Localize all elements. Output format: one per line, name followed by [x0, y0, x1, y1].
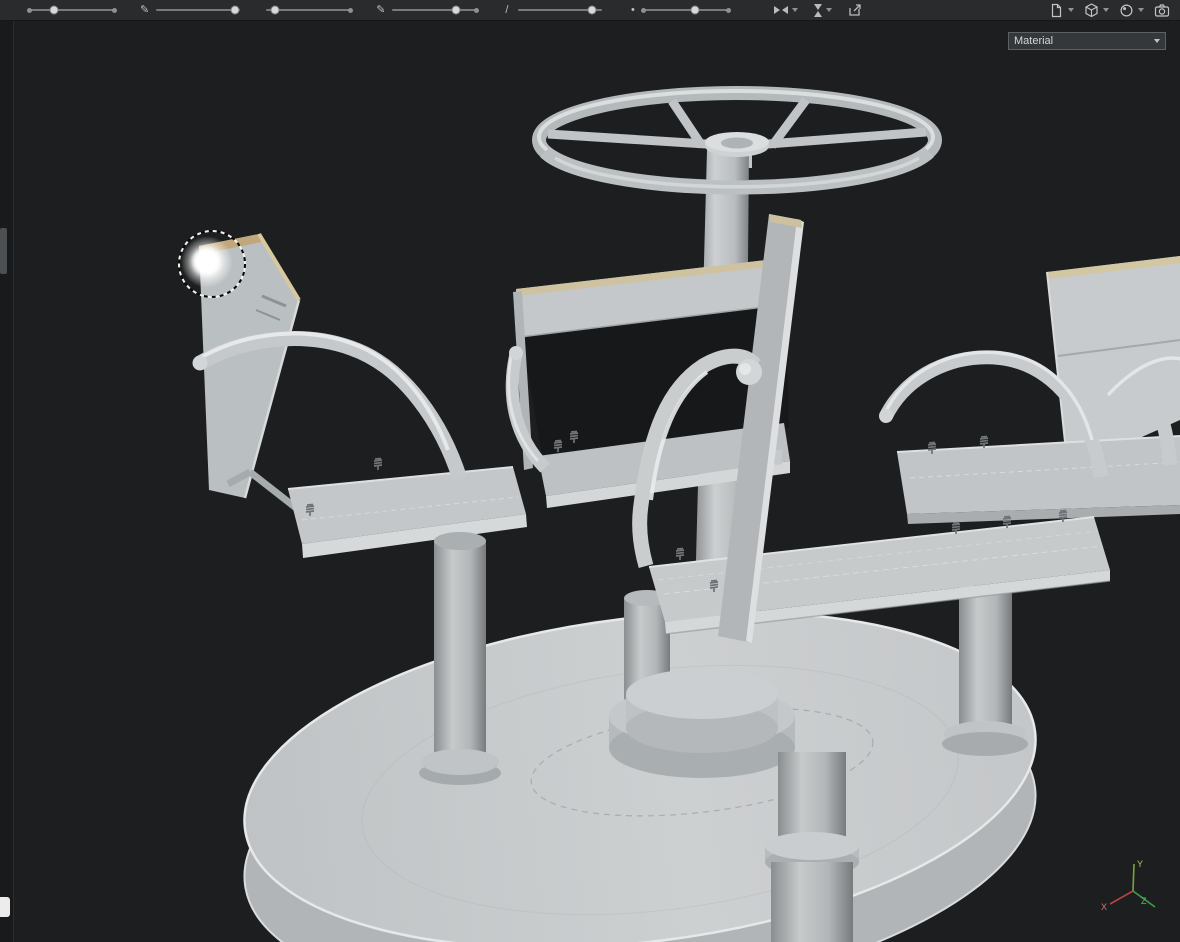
cube-icon-glyph: [1085, 2, 1098, 17]
brush-flow-slider-group: [266, 5, 354, 15]
mirror-y-icon[interactable]: [814, 3, 833, 17]
top-toolbar: ✎ ✎ / •: [0, 0, 1180, 21]
brush-hardness-slider-handle[interactable]: [451, 5, 461, 15]
axis-z[interactable]: Z: [1132, 890, 1156, 908]
left-scrollbar-strip: [0, 21, 14, 942]
stroke-flow-slider[interactable]: [641, 5, 732, 15]
stroke-flow-slider-handle[interactable]: [690, 5, 700, 15]
scene-3d-model: [178, 86, 1180, 942]
brush-flow-slider[interactable]: [266, 5, 354, 15]
mirror-x-right-triangle: [782, 6, 789, 14]
axis-x-label: X: [1101, 902, 1107, 912]
pen-icon[interactable]: ✎: [140, 4, 149, 16]
cube-icon[interactable]: [1084, 2, 1109, 18]
document-icon-glyph: [1051, 3, 1062, 17]
chevron-down-icon[interactable]: [826, 8, 833, 12]
axis-z-label: Z: [1141, 896, 1147, 906]
model-center-base: [609, 669, 795, 778]
toolbar-mid-icons: [774, 3, 862, 17]
mirror-y-top-triangle: [814, 3, 823, 10]
shading-mode-label: Material: [1014, 35, 1054, 47]
stroke-flow-slider-group: •: [628, 4, 732, 16]
brush-opacity-slider-group: ✎: [140, 4, 241, 16]
mirror-x-icon[interactable]: [774, 6, 799, 14]
toolbar-sliders: ✎ ✎ / •: [27, 4, 732, 16]
brush-hardness-slider[interactable]: [392, 5, 480, 15]
pen-icon[interactable]: ✎: [376, 4, 385, 16]
left-bottom-chip: [0, 897, 10, 917]
export-icon-glyph: [849, 4, 862, 16]
stroke-opacity-slider-handle[interactable]: [587, 5, 597, 15]
viewport-3d[interactable]: Material Y X Z: [14, 21, 1180, 942]
brush-hardness-slider-group: ✎: [376, 4, 480, 16]
stroke-opacity-slider[interactable]: [518, 5, 603, 15]
brush-size-slider-group: [27, 5, 117, 15]
model-seat-platform-right: [896, 435, 1180, 524]
slash-icon[interactable]: /: [502, 4, 511, 16]
material-sphere-icon-glyph: [1120, 3, 1133, 17]
camera-icon-glyph: [1154, 3, 1170, 17]
material-sphere-icon[interactable]: [1119, 3, 1144, 18]
shading-mode-dropdown[interactable]: Material: [1008, 32, 1166, 50]
brush-size-slider-handle[interactable]: [49, 5, 59, 15]
chevron-down-icon[interactable]: [792, 8, 799, 12]
chevron-down-icon[interactable]: [1068, 8, 1074, 12]
camera-icon[interactable]: [1154, 3, 1170, 18]
brush-opacity-slider[interactable]: [156, 5, 241, 15]
chevron-down-icon[interactable]: [1138, 8, 1144, 12]
brush-size-slider[interactable]: [27, 5, 117, 15]
model-front-post: [765, 752, 859, 942]
chevron-down-icon: [1154, 39, 1160, 43]
brush-opacity-slider-handle[interactable]: [230, 5, 240, 15]
brush-flow-slider-handle[interactable]: [270, 5, 280, 15]
dot-icon[interactable]: •: [628, 4, 637, 16]
export-icon[interactable]: [848, 3, 862, 17]
axis-gizmo[interactable]: Y X Z: [1100, 854, 1164, 918]
toolbar-right-icons: [1049, 2, 1170, 18]
left-scrollbar-thumb[interactable]: [0, 228, 7, 274]
axis-y[interactable]: Y: [1132, 859, 1143, 892]
stroke-opacity-slider-group: /: [502, 4, 603, 16]
mirror-y-bottom-triangle: [814, 10, 823, 17]
axis-x[interactable]: X: [1101, 890, 1134, 912]
axis-y-label: Y: [1137, 859, 1143, 869]
document-icon[interactable]: [1049, 3, 1074, 18]
chevron-down-icon[interactable]: [1103, 8, 1109, 12]
mirror-x-left-triangle: [774, 6, 781, 14]
